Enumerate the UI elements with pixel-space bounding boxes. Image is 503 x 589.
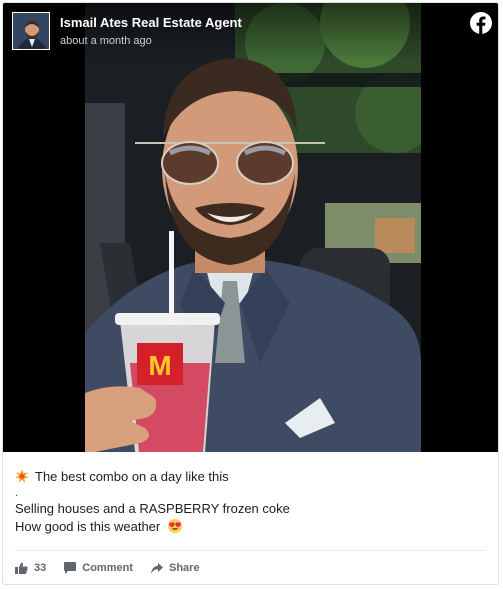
avatar[interactable] — [12, 12, 50, 50]
selfie-image: M — [85, 3, 421, 452]
post-media[interactable]: M Ismail Ates Real Estate Agent about a … — [3, 3, 498, 452]
likes-count: 33 — [34, 562, 47, 574]
svg-text:M: M — [148, 350, 171, 381]
share-button[interactable]: Share — [150, 562, 200, 574]
comment-label: Comment — [82, 562, 133, 574]
comment-button[interactable]: Comment — [64, 562, 133, 574]
share-label: Share — [168, 562, 200, 574]
post-photo[interactable]: M — [85, 3, 421, 452]
avatar-image — [13, 13, 49, 49]
like-button[interactable]: 33 — [15, 562, 46, 574]
collision-emoji — [15, 469, 29, 488]
post-text-dot: . — [15, 488, 18, 499]
post-text-line-1-label: The best combo on a day like this — [35, 469, 229, 484]
post-timestamp[interactable]: about a month ago — [60, 35, 152, 47]
heart-eyes-emoji — [167, 519, 182, 538]
facebook-icon[interactable] — [470, 12, 492, 34]
post-card: M Ismail Ates Real Estate Agent about a … — [2, 2, 499, 585]
post-actions: 33 Comment Share — [15, 559, 218, 577]
post-header: Ismail Ates Real Estate Agent about a mo… — [3, 3, 498, 63]
post-text-line-2: Selling houses and a RASPBERRY frozen co… — [15, 501, 290, 516]
post-text: The best combo on a day like this . Sell… — [15, 468, 487, 538]
post-text-line-3-label: How good is this weather — [15, 519, 161, 534]
thumbs-up-icon — [15, 562, 28, 574]
share-icon — [150, 562, 163, 574]
post-text-line-1: The best combo on a day like this — [15, 468, 487, 488]
comment-icon — [64, 562, 77, 574]
page-name[interactable]: Ismail Ates Real Estate Agent — [60, 15, 242, 30]
actions-divider — [15, 550, 486, 551]
post-text-line-3: How good is this weather — [15, 518, 487, 538]
